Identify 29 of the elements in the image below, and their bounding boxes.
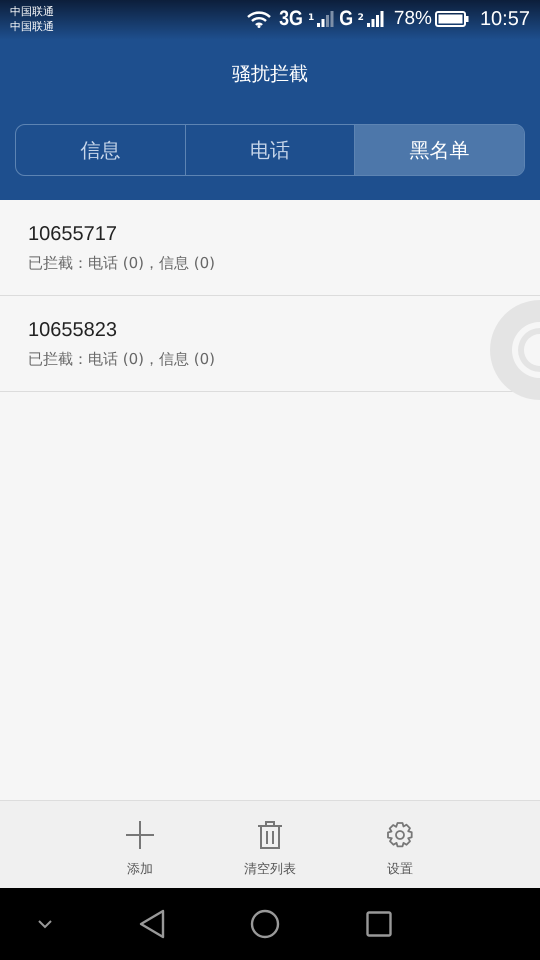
page-title: 骚扰拦截: [232, 62, 308, 87]
network-type: G: [340, 7, 354, 31]
action-button[interactable]: 设置: [350, 801, 450, 888]
carrier-name: 中国联通: [10, 4, 54, 19]
sim-slot: 1: [308, 13, 314, 23]
signal-icon: [366, 11, 385, 27]
signal-icon: [317, 11, 336, 27]
carrier-name: 中国联通: [10, 19, 54, 34]
back-icon[interactable]: [138, 909, 165, 939]
recents-icon[interactable]: [366, 911, 392, 937]
plus-icon: [125, 820, 155, 850]
home-icon[interactable]: [250, 909, 280, 939]
chevron-down-icon[interactable]: [37, 919, 53, 929]
clock: 10:57: [480, 8, 530, 30]
phone-number: 10655823: [28, 318, 118, 342]
phone-number: 10655717: [28, 222, 118, 246]
battery-percent: 78%: [394, 8, 432, 30]
tab[interactable]: 黑名单: [354, 125, 524, 175]
block-summary: 已拦截：电话 (0)，信息 (0): [28, 350, 216, 368]
action-button[interactable]: 清空列表: [220, 801, 320, 888]
block-summary: 已拦截：电话 (0)，信息 (0): [28, 254, 216, 272]
settings-icon: [386, 820, 414, 850]
battery-icon: [434, 11, 469, 27]
sim-slot: 2: [358, 13, 364, 23]
tab[interactable]: 信息: [16, 125, 185, 175]
trash-icon: [257, 820, 283, 850]
action-button[interactable]: 添加: [90, 801, 190, 888]
wifi-icon: [246, 10, 272, 28]
network-type: 3G: [279, 7, 303, 31]
